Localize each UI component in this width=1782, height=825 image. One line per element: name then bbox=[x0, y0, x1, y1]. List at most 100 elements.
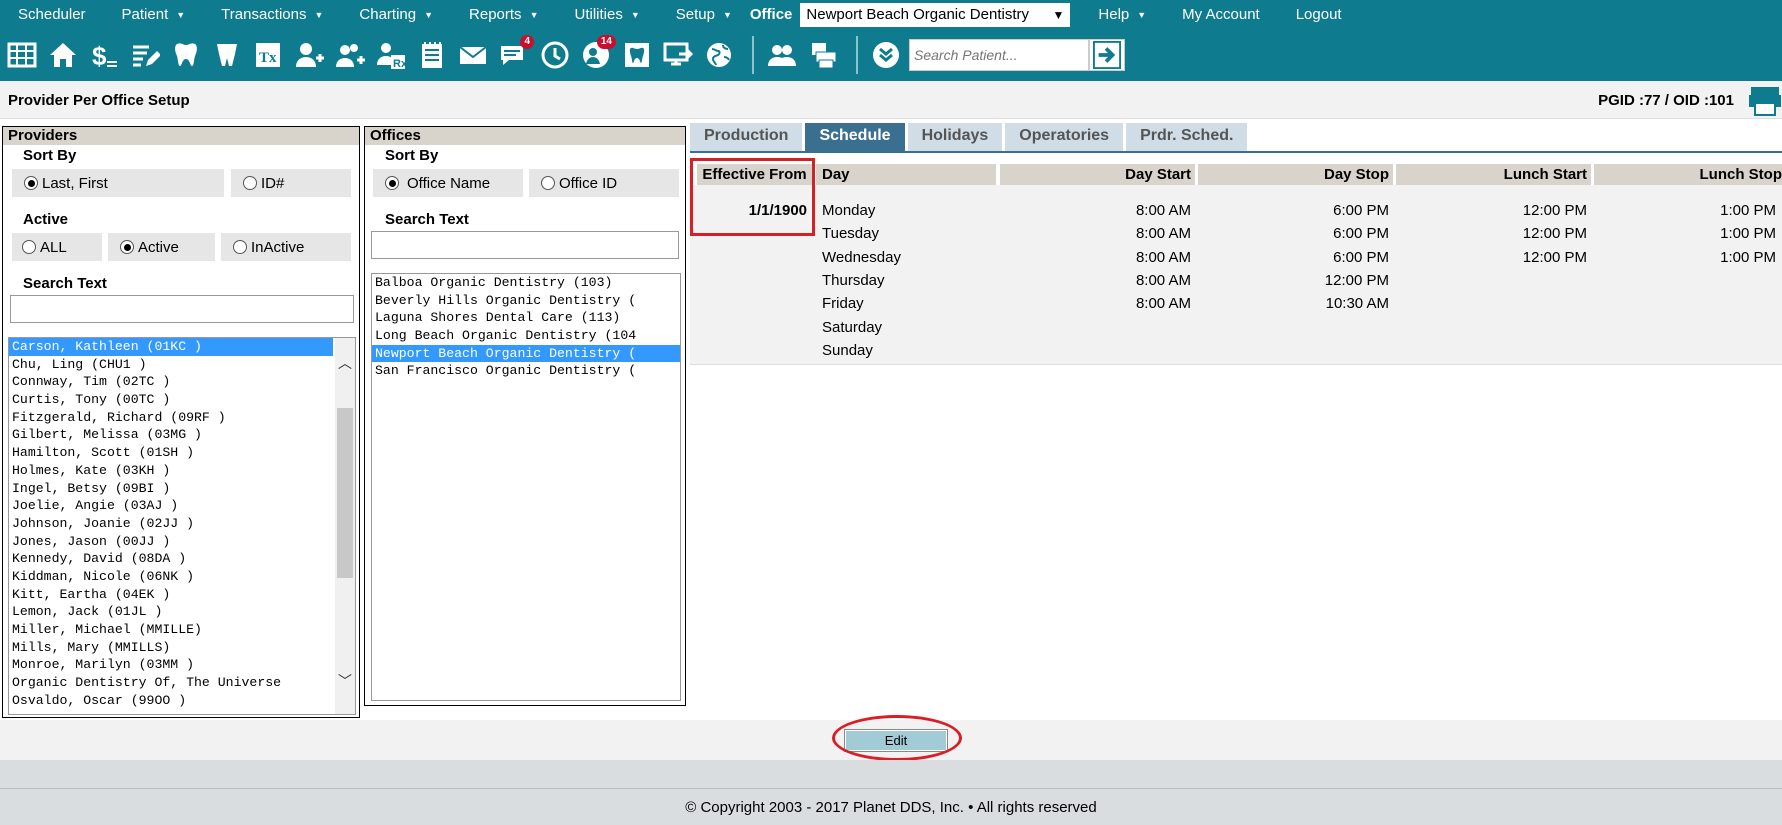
col-lunch-stop[interactable]: Lunch Stop bbox=[1594, 164, 1782, 185]
group-users-icon[interactable] bbox=[764, 35, 800, 75]
edit-notes-icon[interactable] bbox=[127, 35, 163, 75]
prescription-icon[interactable]: Rx bbox=[373, 35, 409, 75]
export-screen-icon[interactable] bbox=[660, 35, 696, 75]
nav-charting[interactable]: Charting ▼ bbox=[341, 6, 451, 23]
globe-icon[interactable] bbox=[701, 35, 737, 75]
day-cell[interactable]: Friday bbox=[822, 295, 992, 312]
print-icon[interactable] bbox=[1748, 83, 1782, 117]
provider-list-item[interactable]: Lemon, Jack (01JL ) bbox=[9, 603, 333, 621]
tab-production[interactable]: Production bbox=[690, 123, 803, 151]
lunch-start-cell[interactable]: 12:00 PM bbox=[1396, 249, 1591, 266]
day-stop-cell[interactable]: 12:00 PM bbox=[1198, 272, 1393, 289]
lunch-stop-cell[interactable]: 1:00 PM bbox=[1594, 202, 1780, 219]
nav-help[interactable]: Help ▼ bbox=[1080, 6, 1164, 23]
office-list-item[interactable]: Long Beach Organic Dentistry (104 bbox=[372, 327, 680, 345]
provider-list-item[interactable]: Organic Dentistry Of, The Universe bbox=[9, 674, 333, 692]
provider-list-item[interactable]: Kennedy, David (08DA ) bbox=[9, 550, 333, 568]
provider-list-item[interactable]: Carson, Kathleen (01KC ) bbox=[9, 338, 333, 356]
sort-office-id-radio[interactable]: Office ID bbox=[529, 169, 679, 197]
day-stop-cell[interactable]: 10:30 AM bbox=[1198, 295, 1393, 312]
lunch-stop-cell[interactable]: 1:00 PM bbox=[1594, 249, 1780, 266]
active-inactive-radio[interactable]: InActive bbox=[221, 233, 351, 261]
nav-setup[interactable]: Setup ▼ bbox=[658, 6, 738, 23]
provider-list-item[interactable]: Kiddman, Nicole (06NK ) bbox=[9, 568, 333, 586]
office-list-item[interactable]: Newport Beach Organic Dentistry ( bbox=[372, 344, 680, 363]
day-start-cell[interactable]: 8:00 AM bbox=[1000, 249, 1195, 266]
office-list-item[interactable]: San Francisco Organic Dentistry ( bbox=[372, 362, 680, 380]
users-alert-icon[interactable]: 14 bbox=[578, 35, 616, 75]
nav-transactions[interactable]: Transactions ▼ bbox=[203, 6, 341, 23]
day-stop-cell[interactable]: 6:00 PM bbox=[1198, 249, 1393, 266]
provider-list-item[interactable]: Curtis, Tony (00TC ) bbox=[9, 391, 333, 409]
nav-scheduler[interactable]: Scheduler bbox=[0, 6, 104, 23]
scroll-up-icon[interactable]: ︿ bbox=[335, 352, 355, 374]
xray-icon[interactable] bbox=[619, 35, 655, 75]
provider-list-item[interactable]: Miller, Michael (MMILLE) bbox=[9, 621, 333, 639]
day-cell[interactable]: Tuesday bbox=[822, 225, 992, 242]
mail-icon[interactable] bbox=[455, 35, 491, 75]
tab-schedule[interactable]: Schedule bbox=[805, 123, 905, 151]
provider-list-item[interactable]: Ingel, Betsy (09BI ) bbox=[9, 480, 333, 498]
print-batch-icon[interactable] bbox=[805, 35, 841, 75]
sort-office-name-radio[interactable]: Office Name bbox=[373, 169, 523, 197]
day-cell[interactable]: Thursday bbox=[822, 272, 992, 289]
notepad-icon[interactable] bbox=[414, 35, 450, 75]
tab-operatories[interactable]: Operatories bbox=[1005, 123, 1124, 151]
sort-last-first-radio[interactable]: Last, First bbox=[12, 169, 224, 197]
nav-my-account[interactable]: My Account bbox=[1164, 6, 1278, 23]
add-patient-icon[interactable] bbox=[291, 35, 327, 75]
day-start-cell[interactable]: 8:00 AM bbox=[1000, 295, 1195, 312]
day-cell[interactable]: Saturday bbox=[822, 319, 992, 336]
provider-list-item[interactable]: Gilbert, Melissa (03MG ) bbox=[9, 426, 333, 444]
day-stop-cell[interactable]: 6:00 PM bbox=[1198, 202, 1393, 219]
tab-holidays[interactable]: Holidays bbox=[907, 123, 1003, 151]
offices-search-input[interactable] bbox=[371, 231, 679, 259]
provider-list-item[interactable]: Fitzgerald, Richard (09RF ) bbox=[9, 409, 333, 427]
chevron-down-circle-icon[interactable] bbox=[868, 35, 904, 75]
provider-list-item[interactable]: Hamilton, Scott (01SH ) bbox=[9, 444, 333, 462]
provider-list-item[interactable]: Monroe, Marilyn (03MM ) bbox=[9, 656, 333, 674]
lunch-stop-cell[interactable]: 1:00 PM bbox=[1594, 225, 1780, 242]
provider-list-item[interactable]: Chu, Ling (CHU1 ) bbox=[9, 356, 333, 374]
dollar-icon[interactable]: $ bbox=[86, 35, 122, 75]
nav-utilities[interactable]: Utilities ▼ bbox=[556, 6, 657, 23]
offices-list[interactable]: Balboa Organic Dentistry (103) Beverly Hi… bbox=[371, 273, 681, 701]
provider-list-item[interactable]: Kitt, Eartha (04EK ) bbox=[9, 586, 333, 604]
provider-list-item[interactable]: Connway, Tim (02TC ) bbox=[9, 373, 333, 391]
patient-search-input[interactable] bbox=[909, 39, 1089, 71]
provider-list-item[interactable]: Osvaldo, Oscar (99OO ) bbox=[9, 692, 333, 710]
scroll-thumb[interactable] bbox=[337, 408, 353, 578]
col-day-start[interactable]: Day Start bbox=[1000, 164, 1195, 185]
provider-list-item[interactable]: Mills, Mary (MMILLS) bbox=[9, 639, 333, 657]
provider-list-item[interactable]: Johnson, Joanie (02JJ ) bbox=[9, 515, 333, 533]
messages-icon[interactable]: 4 bbox=[496, 35, 534, 75]
col-day[interactable]: Day bbox=[816, 164, 996, 185]
nav-logout[interactable]: Logout bbox=[1278, 6, 1360, 23]
home-icon[interactable] bbox=[45, 35, 81, 75]
day-cell[interactable]: Sunday bbox=[822, 342, 992, 359]
tooth-chart-icon[interactable] bbox=[209, 35, 245, 75]
office-list-item[interactable]: Beverly Hills Organic Dentistry ( bbox=[372, 292, 680, 310]
lunch-start-cell[interactable]: 12:00 PM bbox=[1396, 225, 1591, 242]
col-day-stop[interactable]: Day Stop bbox=[1198, 164, 1393, 185]
scroll-down-icon[interactable]: ﹀ bbox=[335, 670, 355, 692]
add-family-icon[interactable] bbox=[332, 35, 368, 75]
office-list-item[interactable]: Laguna Shores Dental Care (113) bbox=[372, 309, 680, 327]
col-lunch-start[interactable]: Lunch Start bbox=[1396, 164, 1591, 185]
treatment-tx-icon[interactable]: Tx bbox=[250, 35, 286, 75]
tooth-icon[interactable] bbox=[168, 35, 204, 75]
nav-reports[interactable]: Reports ▼ bbox=[451, 6, 556, 23]
provider-list-item[interactable]: Joelie, Angie (03AJ ) bbox=[9, 497, 333, 515]
day-cell[interactable]: Monday bbox=[822, 202, 992, 219]
search-go-button[interactable] bbox=[1089, 39, 1125, 71]
provider-list-item[interactable]: Holmes, Kate (03KH ) bbox=[9, 462, 333, 480]
lunch-start-cell[interactable]: 12:00 PM bbox=[1396, 202, 1591, 219]
day-start-cell[interactable]: 8:00 AM bbox=[1000, 202, 1195, 219]
day-stop-cell[interactable]: 6:00 PM bbox=[1198, 225, 1393, 242]
calendar-grid-icon[interactable] bbox=[4, 35, 40, 75]
active-all-radio[interactable]: ALL bbox=[12, 233, 102, 261]
provider-list-item[interactable]: Jones, Jason (00JJ ) bbox=[9, 533, 333, 551]
providers-list[interactable]: Carson, Kathleen (01KC ) Chu, Ling (CHU1 … bbox=[8, 337, 356, 715]
nav-patient[interactable]: Patient ▼ bbox=[104, 6, 204, 23]
day-start-cell[interactable]: 8:00 AM bbox=[1000, 225, 1195, 242]
